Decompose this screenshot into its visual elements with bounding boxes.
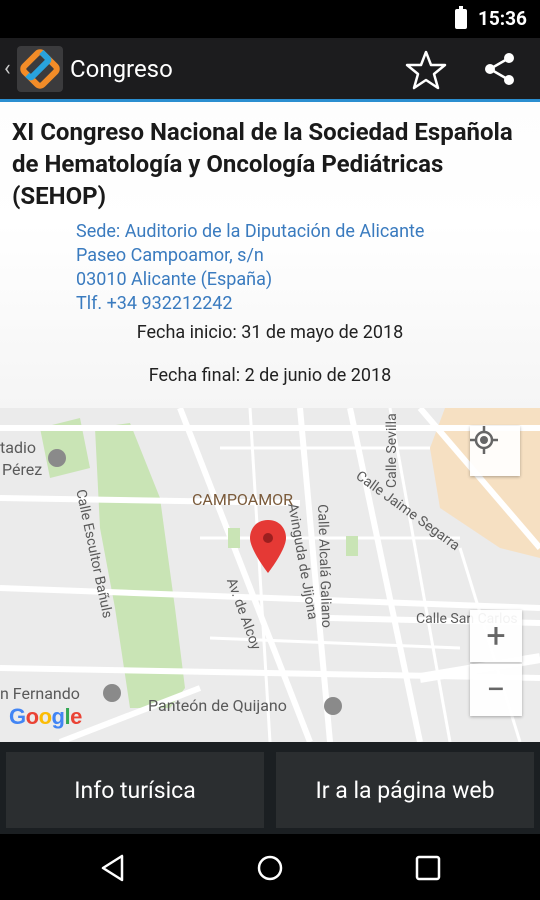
start-date-value: 31 de mayo de 2018 — [241, 322, 404, 343]
website-button[interactable]: Ir a la página web — [276, 752, 534, 828]
back-triangle-icon[interactable] — [100, 854, 126, 882]
map-streets — [0, 408, 540, 742]
action-bar: Info turísica Ir a la página web — [0, 742, 540, 834]
info-turistica-button[interactable]: Info turísica — [6, 752, 264, 828]
status-time: 15:36 — [478, 7, 527, 30]
venue-line: 03010 Alicante (España) — [76, 269, 273, 290]
map-label: n Fernando — [0, 684, 80, 703]
app-logo-icon[interactable] — [17, 46, 63, 92]
recents-square-icon[interactable] — [415, 855, 441, 881]
end-date-value: 2 de junio de 2018 — [244, 365, 392, 386]
start-date-row: Fecha inicio: 31 de mayo de 2018 — [0, 322, 540, 343]
app-title: Congreso — [70, 55, 173, 83]
venue-block[interactable]: Sede: Auditorio de la Diputación de Alic… — [76, 220, 424, 316]
map-view[interactable]: tadio Pérez CAMPOAMOR Calle Jaime Segarr… — [0, 408, 540, 742]
map-label: Pérez — [2, 460, 43, 479]
map-label: tadio — [0, 438, 36, 457]
google-logo: Google — [9, 704, 82, 729]
map-label: Calle Sevilla — [384, 413, 400, 488]
end-date-label: Fecha final: — [148, 365, 241, 386]
map-label: CAMPOAMOR — [192, 490, 294, 509]
back-chevron-icon[interactable]: ‹ — [4, 56, 11, 81]
venue-line: Sede: Auditorio de la Diputación de Alic… — [76, 221, 425, 242]
zoom-out-button[interactable]: − — [470, 664, 522, 716]
status-bar: 15:36 — [0, 0, 540, 38]
venue-line: Tlf. +34 932212242 — [76, 293, 233, 314]
battery-icon — [455, 6, 467, 29]
app-bar: ‹ Congreso — [0, 38, 540, 102]
start-date-label: Fecha inicio: — [136, 322, 237, 343]
favorite-star-icon[interactable] — [404, 50, 448, 90]
home-circle-icon[interactable] — [256, 854, 284, 882]
share-icon[interactable] — [482, 51, 518, 87]
event-header: XI Congreso Nacional de la Sociedad Espa… — [0, 102, 540, 408]
map-label: Panteón de Quijano — [148, 696, 287, 715]
end-date-row: Fecha final: 2 de junio de 2018 — [0, 365, 540, 386]
venue-line: Paseo Campoamor, s/n — [76, 245, 264, 266]
event-title: XI Congreso Nacional de la Sociedad Espa… — [12, 118, 513, 210]
crosshair-icon — [470, 426, 498, 454]
my-location-button[interactable] — [470, 426, 520, 476]
system-nav-bar — [0, 834, 540, 900]
zoom-in-button[interactable]: + — [470, 610, 522, 662]
